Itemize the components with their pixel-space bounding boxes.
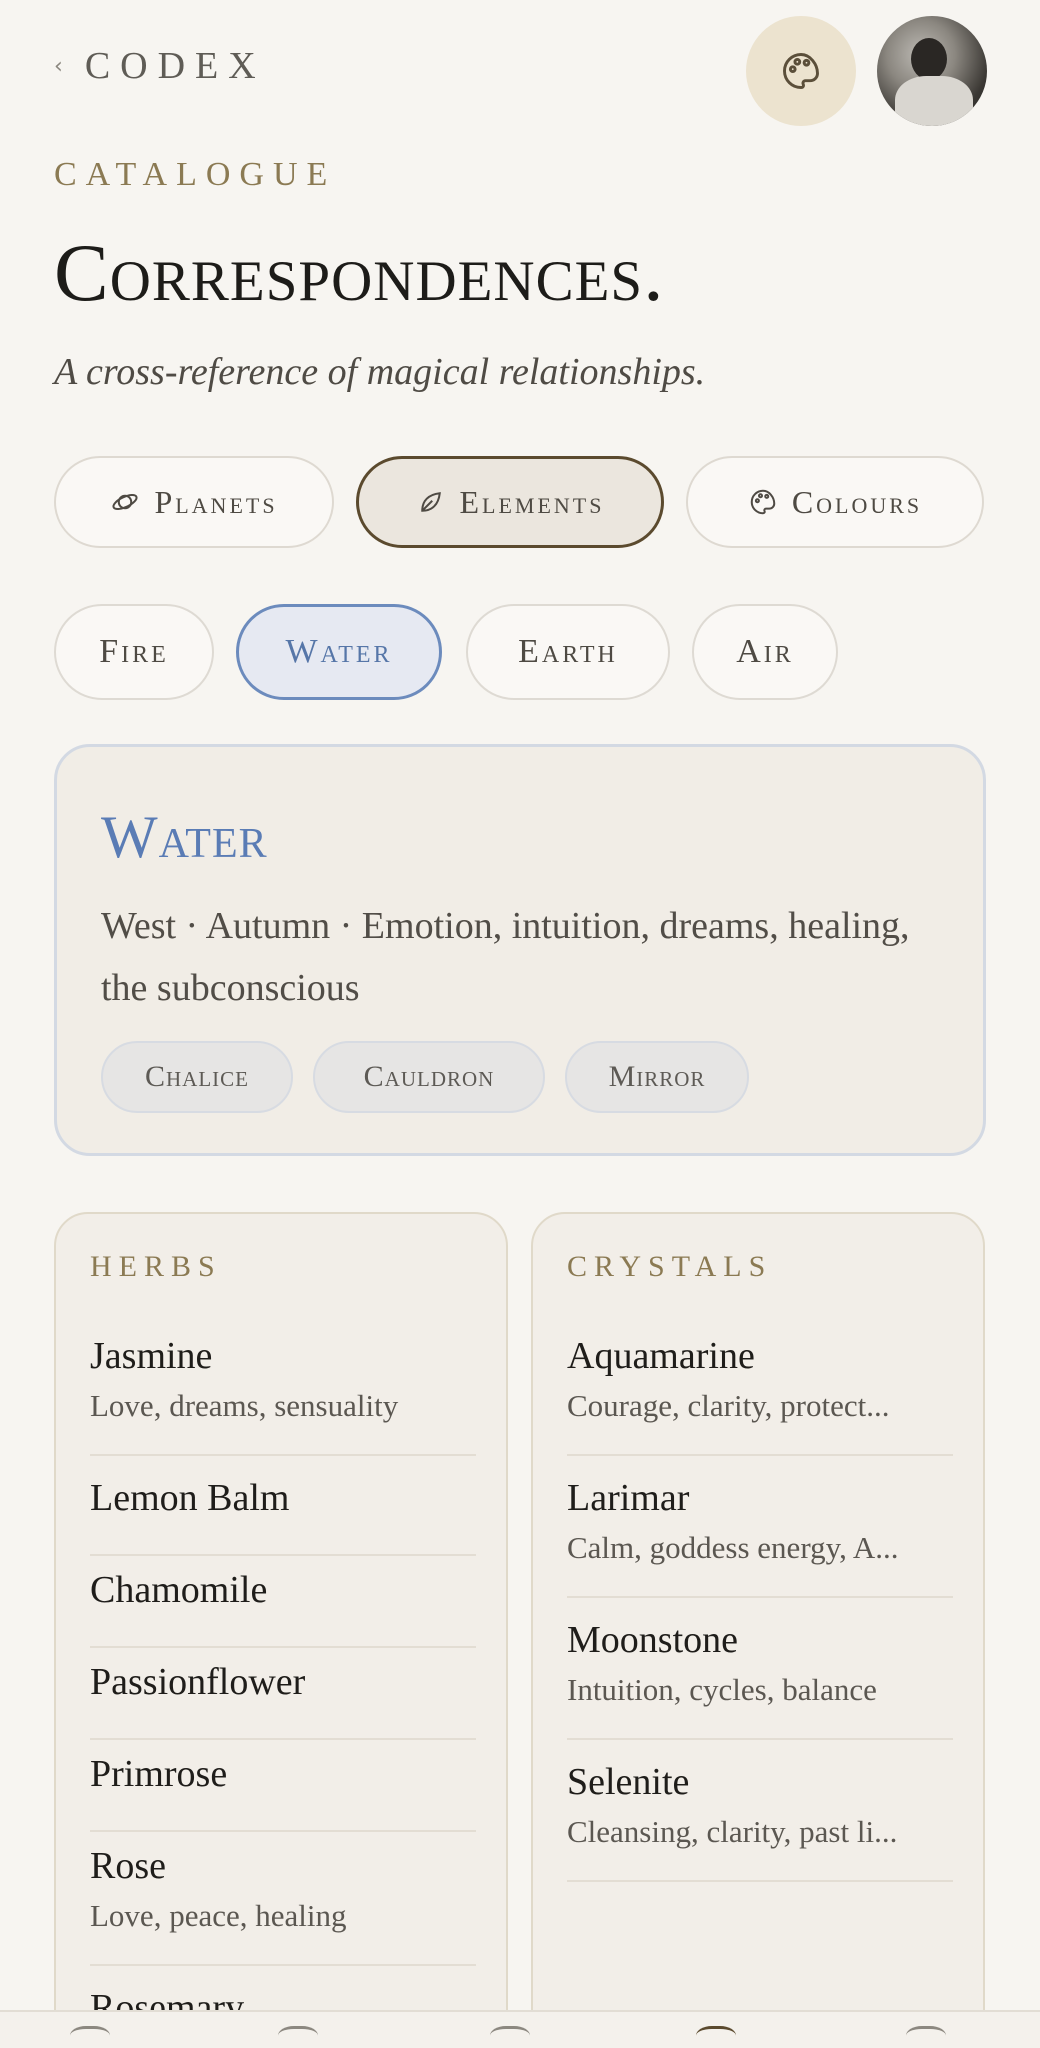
herb-desc: Love, peace, healing (90, 1898, 347, 1933)
list-item[interactable]: Rose Love, peace, healing (90, 1844, 476, 1966)
back-label: CODEX (84, 45, 266, 87)
theme-palette-button[interactable] (746, 16, 856, 126)
crystal-desc: Cleansing, clarity, past li... (567, 1814, 898, 1849)
list-item[interactable]: Moonstone Intuition, cycles, balance (567, 1618, 953, 1740)
element-earth[interactable]: Earth (466, 604, 670, 700)
crystal-desc: Courage, clarity, protect... (567, 1388, 890, 1423)
tool-tag: Chalice (101, 1041, 293, 1113)
herb-name: Passionflower (90, 1661, 306, 1703)
tab-elements-label: Elements (459, 483, 605, 520)
list-item[interactable]: Primrose (90, 1752, 476, 1832)
element-fire[interactable]: Fire (54, 604, 214, 700)
tab-colours[interactable]: Colours (686, 456, 984, 548)
crystal-name: Larimar (567, 1477, 690, 1519)
element-air[interactable]: Air (692, 604, 838, 700)
herb-name: Primrose (90, 1753, 228, 1795)
tab-colours-label: Colours (791, 483, 923, 520)
list-item[interactable]: Passionflower (90, 1660, 476, 1740)
tab-planets[interactable]: Planets (54, 456, 334, 548)
page-eyebrow: CATALOGUE (54, 156, 337, 193)
tab-icon[interactable] (278, 2026, 318, 2048)
herb-name: Chamomile (90, 1569, 268, 1611)
crystals-heading: CRYSTALS (567, 1250, 773, 1283)
back-button[interactable]: ‹ CODEX (54, 44, 266, 88)
tab-icon[interactable] (490, 2026, 530, 2048)
crystal-desc: Calm, goddess energy, A... (567, 1530, 899, 1565)
tab-elements[interactable]: Elements (356, 456, 664, 548)
tool-tag: Cauldron (313, 1041, 545, 1113)
page-subtitle: A cross-reference of magical relationshi… (54, 351, 706, 393)
chevron-left-icon: ‹ (54, 53, 63, 79)
list-item[interactable]: Aquamarine Courage, clarity, protect... (567, 1334, 953, 1456)
element-name: Water (101, 804, 268, 870)
herb-name: Rose (90, 1845, 166, 1887)
element-description: West · Autumn · Emotion, intuition, drea… (101, 905, 910, 1009)
list-item[interactable]: Selenite Cleansing, clarity, past li... (567, 1760, 953, 1882)
tool-tag: Mirror (565, 1041, 749, 1113)
bottom-tab-bar (0, 2010, 1040, 2048)
tab-icon[interactable] (70, 2026, 110, 2048)
tab-planets-label: Planets (154, 483, 278, 520)
list-item[interactable]: Lemon Balm (90, 1476, 476, 1556)
herb-name: Jasmine (90, 1335, 213, 1377)
herbs-card: HERBS Jasmine Love, dreams, sensuality L… (54, 1212, 508, 2048)
list-item[interactable]: Larimar Calm, goddess energy, A... (567, 1476, 953, 1598)
crystals-card: CRYSTALS Aquamarine Courage, clarity, pr… (531, 1212, 985, 2048)
element-water[interactable]: Water (236, 604, 442, 700)
list-item[interactable]: Jasmine Love, dreams, sensuality (90, 1334, 476, 1456)
crystal-desc: Intuition, cycles, balance (567, 1672, 877, 1707)
palette-icon (783, 53, 819, 89)
planet-icon (112, 494, 138, 510)
leaf-icon (420, 492, 441, 512)
tab-icon[interactable] (696, 2026, 736, 2048)
crystal-name: Moonstone (567, 1619, 738, 1661)
page-title: Correspondences. (54, 227, 665, 318)
herbs-heading: HERBS (90, 1250, 222, 1283)
crystal-name: Selenite (567, 1761, 690, 1803)
element-detail-card: Water West · Autumn · Emotion, intuition… (54, 744, 986, 1156)
palette-icon (750, 489, 776, 515)
crystal-name: Aquamarine (567, 1335, 755, 1377)
avatar[interactable] (877, 16, 987, 126)
herb-name: Lemon Balm (90, 1477, 290, 1519)
tab-icon[interactable] (906, 2026, 946, 2048)
herb-desc: Love, dreams, sensuality (90, 1388, 399, 1423)
list-item[interactable]: Chamomile (90, 1568, 476, 1648)
